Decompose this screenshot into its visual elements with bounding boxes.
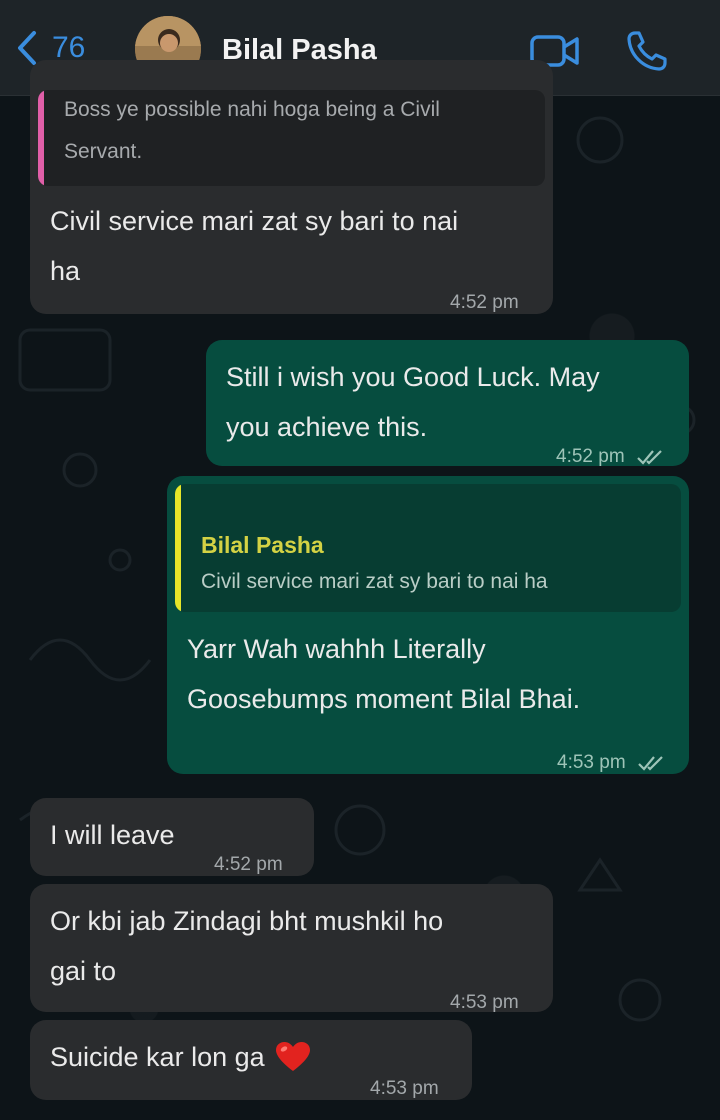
message-text: Yarr Wah wahhh Literally [187, 634, 486, 664]
message-text: Or kbi jab Zindagi bht mushkil ho [50, 906, 444, 936]
chevron-left-icon [18, 31, 36, 65]
message-text: Still i wish you Good Luck. May [226, 362, 600, 392]
message-time-text: 4:52 pm [556, 446, 625, 467]
quoted-message[interactable]: Boss ye possible nahi hoga being a Civil… [38, 90, 545, 186]
message-time: 4:52 pm [214, 854, 283, 875]
message-text: I will leave [50, 820, 175, 850]
quote-text: Servant. [64, 140, 143, 163]
message-bubble-incoming[interactable]: Boss ye possible nahi hoga being a Civil… [30, 60, 553, 314]
message-bubble-incoming[interactable]: I will leave 4:52 pm [30, 798, 314, 876]
message-bubble-incoming[interactable]: Or kbi jab Zindagi bht mushkil ho gai to… [30, 884, 553, 1013]
message-time: 4:53 pm [370, 1078, 439, 1099]
quote-sender: Bilal Pasha [201, 532, 324, 558]
message-time: 4:52 pm [556, 432, 664, 482]
quoted-message[interactable]: Bilal Pasha Civil service mari zat sy ba… [175, 484, 681, 612]
message-text: gai to [50, 956, 117, 986]
message-bubble-outgoing[interactable]: Still i wish you Good Luck. May you achi… [206, 340, 689, 467]
message-time-text: 4:53 pm [557, 752, 626, 773]
phone-call-icon [627, 31, 667, 71]
quote-bar [38, 90, 44, 186]
message-time: 4:53 pm [557, 738, 665, 788]
message-bubble-incoming[interactable]: Suicide kar lon ga 4:53 pm [30, 1020, 472, 1100]
message-text: Suicide kar lon ga [50, 1032, 311, 1082]
message-text: you achieve this. [226, 412, 428, 442]
quote-bar [175, 484, 181, 612]
message-bubble-outgoing[interactable]: Bilal Pasha Civil service mari zat sy ba… [167, 476, 689, 774]
quote-text: Boss ye possible nahi hoga being a Civil [64, 98, 440, 121]
message-text: ha [50, 256, 81, 286]
quote-text: Civil service mari zat sy bari to nai ha [201, 570, 548, 593]
message-text: Civil service mari zat sy bari to nai [50, 206, 459, 236]
message-text: Goosebumps moment Bilal Bhai. [187, 684, 581, 714]
phone-call-button[interactable] [626, 30, 668, 77]
heart-icon [275, 1042, 310, 1071]
read-ticks-icon [637, 450, 662, 465]
message-time: 4:52 pm [450, 292, 519, 313]
message-text-content: Suicide kar lon ga [50, 1042, 265, 1072]
read-ticks-icon [638, 756, 663, 771]
